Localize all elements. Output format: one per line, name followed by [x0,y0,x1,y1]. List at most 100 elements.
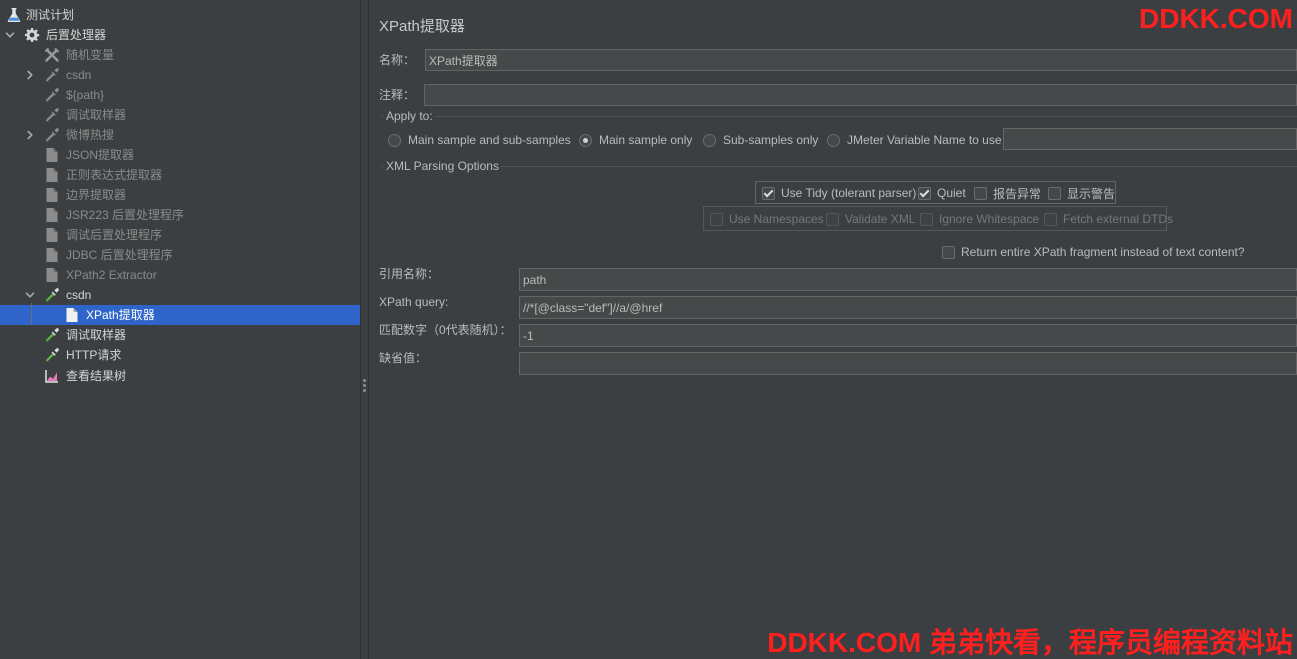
tree-item-path-sampler[interactable]: ${path} [0,85,360,105]
checkbox-label: 显示警告 [1067,186,1116,201]
return-fragment-checkbox[interactable]: Return entire XPath fragment instead of … [942,244,1245,260]
document-icon [64,307,80,323]
default-value-label: 缺省值： [379,351,428,365]
tree-item-jsr223-postprocessor[interactable]: JSR223 后置处理程序 [0,205,360,225]
fetch-external-dtds-checkbox: Fetch external DTDs [1044,211,1173,227]
default-value-input[interactable] [519,352,1297,375]
checkbox-box[interactable] [918,186,931,200]
splitter-grip-dot [363,389,366,392]
pipette-icon [44,327,60,343]
chevron-right-icon[interactable] [25,130,35,140]
tree-item-json-extractor[interactable]: JSON提取器 [0,145,360,165]
pipette-icon [44,127,60,143]
document-icon [44,167,60,183]
apply-to-title: Apply to: [384,108,435,124]
parser-options-box: Use Namespaces Validate XML Ignore White… [703,206,1173,231]
reference-name-label: 引用名称： [379,267,440,281]
tree-item-test-plan[interactable]: 测试计划 [0,5,360,25]
checkbox-box [710,212,723,226]
checkbox-box[interactable] [942,245,955,259]
tree-item-csdn-disabled[interactable]: csdn [0,65,360,85]
checkbox-box [826,212,839,226]
checkbox-label: Return entire XPath fragment instead of … [961,245,1245,259]
tree-item-label: 测试计划 [26,8,75,22]
radio-button[interactable] [827,133,840,147]
checkbox-label: Fetch external DTDs [1063,212,1174,226]
chevron-down-icon[interactable] [25,290,35,300]
checkbox-label: Quiet [937,186,966,200]
tree-guide-line [31,303,32,325]
tree-item-label: ${path} [66,88,105,102]
tree-item-debug-sampler[interactable]: 调试取样器 [0,325,360,345]
xml-parsing-group-border [381,166,1297,167]
tree-item-label: XPath提取器 [86,308,155,322]
xml-parsing-title: XML Parsing Options [384,158,501,174]
document-icon [44,227,60,243]
checkbox-box [1044,212,1057,226]
comment-label: 注释： [379,88,416,102]
tree-item-label: 查看结果树 [66,369,127,383]
comment-input[interactable] [424,84,1297,106]
tree-item-csdn[interactable]: csdn [0,285,360,305]
document-icon [44,207,60,223]
quiet-checkbox[interactable]: Quiet [918,185,966,201]
checkbox-label: Ignore Whitespace [939,212,1040,226]
tree-item-label: HTTP请求 [66,348,122,362]
chart-icon [44,368,60,384]
xpath-query-input[interactable] [519,296,1297,319]
name-label: 名称： [379,53,416,67]
tree-item-post-processor[interactable]: 后置处理器 [0,25,360,45]
checkbox-label: Validate XML [845,212,916,226]
tree-item-http-request[interactable]: HTTP请求 [0,345,360,365]
tree-item-label: 调试后置处理程序 [66,228,163,242]
checkbox-box [920,212,933,226]
show-warnings-checkbox[interactable]: 显示警告 [1048,185,1115,201]
apply-main-only-radio[interactable]: Main sample only [579,132,692,148]
apply-main-and-sub-radio[interactable]: Main sample and sub-samples [388,132,571,148]
apply-sub-only-radio[interactable]: Sub-samples only [703,132,818,148]
tree-item-debug-sampler-disabled[interactable]: 调试取样器 [0,105,360,125]
radio-label: JMeter Variable Name to use [847,133,1002,147]
chevron-right-icon[interactable] [25,70,35,80]
tree-item-label: 调试取样器 [66,328,127,342]
jmeter-variable-name-input[interactable] [1003,128,1297,150]
checkbox-box[interactable] [1048,186,1061,200]
flask-icon [6,7,22,23]
checkbox-label: Use Tidy (tolerant parser) [781,186,917,200]
panel-splitter[interactable] [360,0,369,659]
tree-item-label: 微博热搜 [66,128,115,142]
tree-item-regex-extractor[interactable]: 正则表达式提取器 [0,165,360,185]
radio-label: Main sample and sub-samples [408,133,571,147]
tree-item-weibo-hot-search[interactable]: 微博热搜 [0,125,360,145]
xpath-extractor-panel: XPath提取器 名称： 注释： Apply to: Main sample a… [369,0,1297,659]
tree-item-label: JSR223 后置处理程序 [66,208,185,222]
config-tools-icon [44,47,60,63]
use-tidy-checkbox[interactable]: Use Tidy (tolerant parser) [762,185,916,201]
tree-item-boundary-extractor[interactable]: 边界提取器 [0,185,360,205]
xpath-query-label: XPath query: [379,295,449,309]
tree-item-xpath-extractor[interactable]: XPath提取器 [0,305,360,325]
watermark-top: DDKK.COM [1139,3,1293,34]
radio-button[interactable] [579,133,592,147]
radio-button[interactable] [703,133,716,147]
match-number-input[interactable] [519,324,1297,347]
report-errors-checkbox[interactable]: 报告异常 [974,185,1041,201]
tree-item-random-variable[interactable]: 随机变量 [0,45,360,65]
checkbox-box[interactable] [974,186,987,200]
tree-item-label: 调试取样器 [66,108,127,122]
gear-icon [24,27,40,43]
checkbox-box[interactable] [762,186,775,200]
pipette-icon [44,287,60,303]
chevron-down-icon[interactable] [5,30,15,40]
reference-name-input[interactable] [519,268,1297,291]
tree-item-label: 随机变量 [66,48,115,62]
tree-item-jdbc-postprocessor[interactable]: JDBC 后置处理程序 [0,245,360,265]
test-plan-tree[interactable]: 测试计划 后置处理器 随机变量 csdn ${path} 调试取样器 微博热搜 … [0,0,360,659]
name-input[interactable] [425,49,1297,71]
tree-item-debug-postprocessor[interactable]: 调试后置处理程序 [0,225,360,245]
radio-button[interactable] [388,133,401,147]
apply-jmeter-variable-radio[interactable]: JMeter Variable Name to use [827,132,1002,148]
checkbox-label: Use Namespaces [729,212,824,226]
tree-item-view-results-tree[interactable]: 查看结果树 [0,366,360,386]
tree-item-xpath2-extractor[interactable]: XPath2 Extractor [0,265,360,285]
